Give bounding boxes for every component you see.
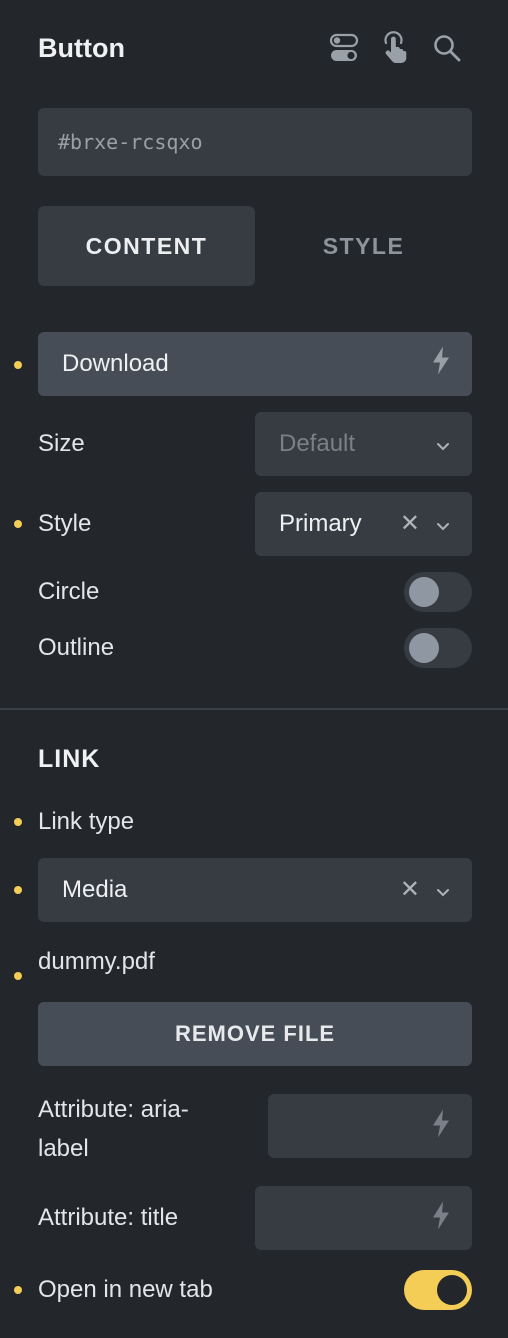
style-label: Style xyxy=(38,510,92,537)
style-value: Primary xyxy=(279,510,362,537)
style-select[interactable]: Primary ✕ xyxy=(255,492,472,556)
chevron-down-icon xyxy=(436,430,450,458)
remove-file-button[interactable]: REMOVE FILE xyxy=(38,1002,472,1066)
title-attr-label: Attribute: title xyxy=(38,1204,179,1231)
circle-label: Circle xyxy=(38,578,100,605)
button-text-input[interactable]: Download xyxy=(38,332,472,396)
modified-indicator xyxy=(14,886,22,894)
size-select[interactable]: Default xyxy=(255,412,472,476)
chevron-down-icon xyxy=(436,510,450,538)
aria-label-label: Attribute: aria- label xyxy=(38,1090,189,1168)
new-tab-toggle[interactable] xyxy=(404,1270,472,1310)
link-type-label: Link type xyxy=(38,808,135,835)
modified-indicator xyxy=(14,972,22,980)
panel-title: Button xyxy=(38,33,125,63)
dynamic-data-icon[interactable] xyxy=(430,346,452,383)
link-type-select[interactable]: Media ✕ xyxy=(38,858,472,922)
circle-toggle[interactable] xyxy=(404,572,472,612)
section-divider xyxy=(0,708,508,710)
title-attr-input[interactable] xyxy=(255,1186,472,1250)
size-placeholder: Default xyxy=(279,430,356,457)
modified-indicator xyxy=(14,520,22,528)
link-section-title: LINK xyxy=(38,745,101,773)
aria-label-line1: Attribute: aria- xyxy=(38,1096,189,1123)
tab-style[interactable]: STYLE xyxy=(255,206,472,286)
tab-content[interactable]: CONTENT xyxy=(38,206,255,286)
modified-indicator xyxy=(14,361,22,369)
outline-label: Outline xyxy=(38,634,115,661)
toggle-view-icon[interactable] xyxy=(327,30,361,66)
modified-indicator xyxy=(14,818,22,826)
link-type-value: Media xyxy=(62,876,128,903)
element-id-field[interactable]: #brxe-rcsqxo xyxy=(38,108,472,176)
clear-icon[interactable]: ✕ xyxy=(400,878,420,902)
new-tab-label: Open in new tab xyxy=(38,1276,213,1303)
modified-indicator xyxy=(14,1286,22,1294)
aria-label-line2: label xyxy=(38,1135,89,1162)
size-label: Size xyxy=(38,430,85,457)
dynamic-data-icon[interactable] xyxy=(430,1201,452,1236)
clear-icon[interactable]: ✕ xyxy=(400,512,420,536)
file-name: dummy.pdf xyxy=(38,948,155,975)
button-text-value: Download xyxy=(62,350,169,377)
chevron-down-icon xyxy=(436,876,450,904)
aria-label-input[interactable] xyxy=(268,1094,472,1158)
search-icon[interactable] xyxy=(430,30,464,66)
hand-pointer-icon[interactable] xyxy=(379,30,413,66)
dynamic-data-icon[interactable] xyxy=(430,1109,452,1144)
outline-toggle[interactable] xyxy=(404,628,472,668)
